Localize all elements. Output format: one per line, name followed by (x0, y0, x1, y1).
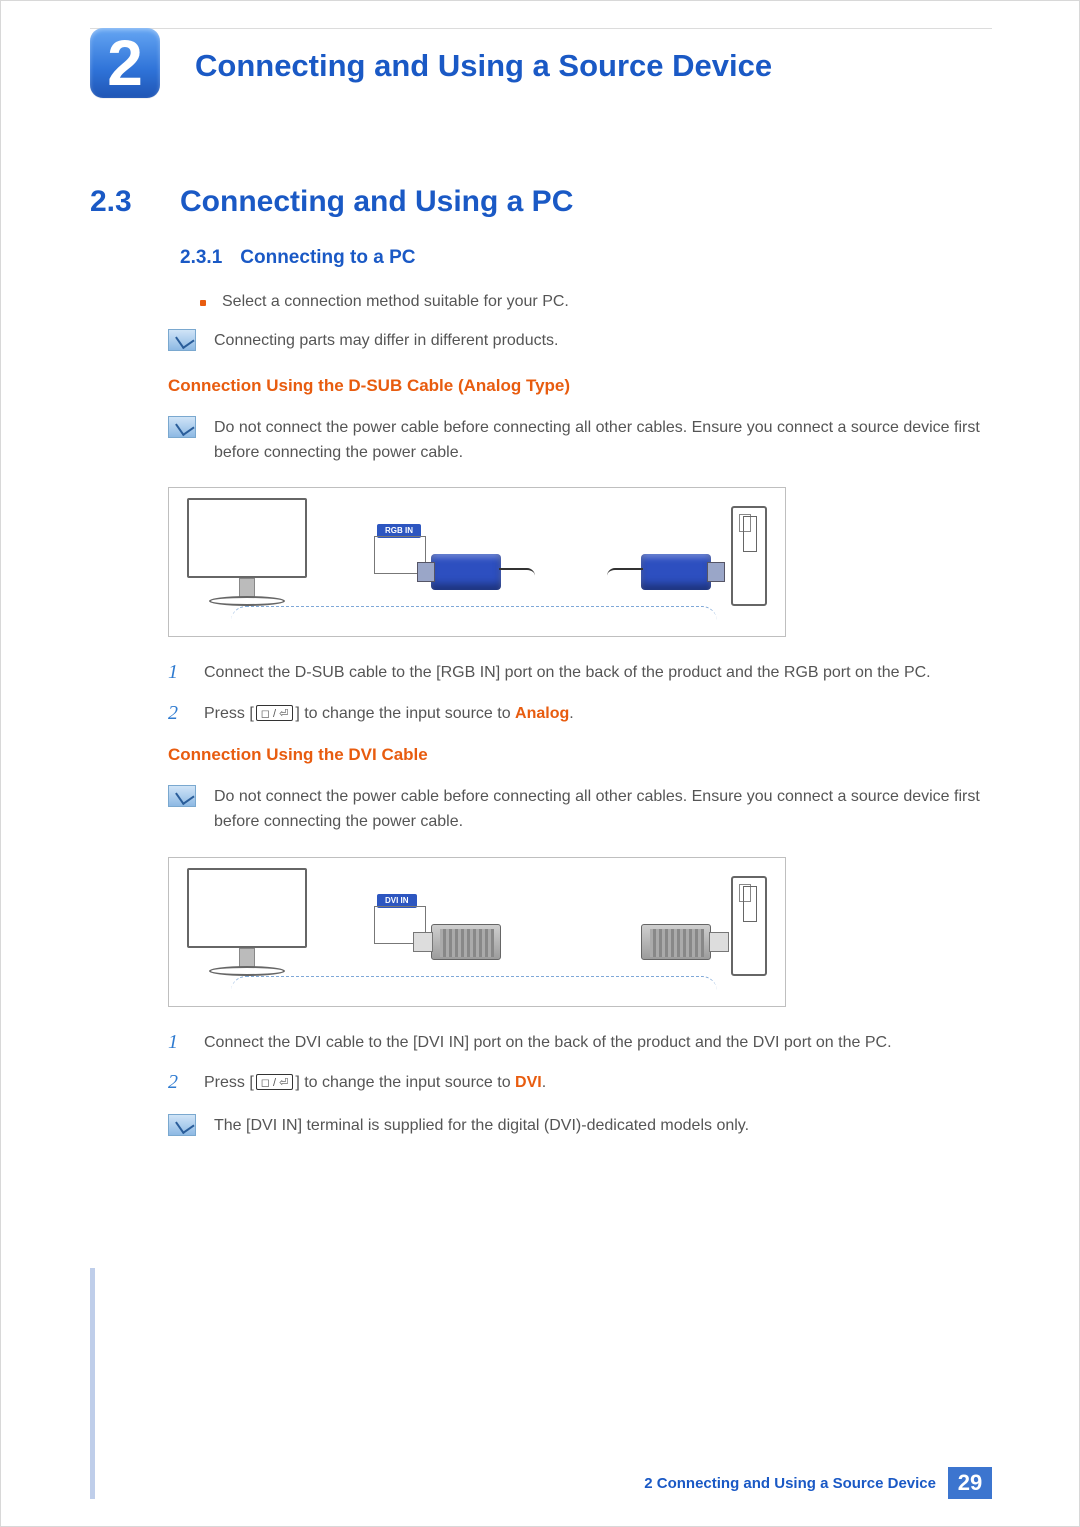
dsub-steps: 1 Connect the D-SUB cable to the [RGB IN… (168, 661, 992, 727)
page-header: 2 Connecting and Using a Source Device (0, 0, 1080, 105)
step-text: Press [◻ / ⏎] to change the input source… (204, 702, 574, 727)
page-content: 2.3 Connecting and Using a PC 2.3.1 Conn… (90, 185, 992, 1161)
cable-line (231, 976, 717, 1006)
step-number: 2 (168, 1071, 186, 1094)
subsection-title: Connecting to a PC (240, 247, 415, 269)
step2-end: . (569, 705, 573, 722)
dvi-warning-row: Do not connect the power cable before co… (168, 785, 980, 835)
step-row: 1 Connect the DVI cable to the [DVI IN] … (168, 1031, 992, 1056)
step-text: Connect the DVI cable to the [DVI IN] po… (204, 1031, 892, 1056)
source-button-icon: ◻ / ⏎ (256, 1074, 294, 1090)
note-text: Connecting parts may differ in different… (214, 329, 558, 354)
step2-mid: ] to change the input source to (295, 1074, 515, 1091)
step2-prefix: Press [ (204, 705, 254, 722)
step-number: 2 (168, 702, 186, 725)
dsub-warning-text: Do not connect the power cable before co… (214, 416, 980, 466)
note-icon (168, 329, 196, 351)
footer-page-number: 29 (948, 1467, 992, 1499)
monitor-illustration (187, 868, 307, 993)
dsub-diagram: RGB IN (168, 487, 786, 637)
step2-mid: ] to change the input source to (295, 705, 515, 722)
step-row: 2 Press [◻ / ⏎] to change the input sour… (168, 702, 992, 727)
note-icon (168, 785, 196, 807)
dvi-note-row: The [DVI IN] terminal is supplied for th… (168, 1114, 980, 1139)
pc-tower-illustration (731, 876, 767, 976)
header-divider (90, 28, 992, 29)
note-icon (168, 416, 196, 438)
dsub-connector-left (431, 554, 541, 609)
step2-target: DVI (515, 1074, 542, 1091)
dsub-heading: Connection Using the D-SUB Cable (Analog… (168, 376, 992, 396)
dsub-warning-row: Do not connect the power cable before co… (168, 416, 980, 466)
section-heading: 2.3 Connecting and Using a PC (90, 185, 992, 219)
dvi-connector-left (431, 924, 541, 979)
step2-target: Analog (515, 705, 569, 722)
subsection-number: 2.3.1 (180, 247, 222, 269)
note-icon (168, 1114, 196, 1136)
step-number: 1 (168, 661, 186, 684)
cable-line (231, 606, 717, 636)
section-number: 2.3 (90, 185, 158, 219)
step-text: Press [◻ / ⏎] to change the input source… (204, 1071, 546, 1096)
section-title: Connecting and Using a PC (180, 185, 573, 219)
page-footer: 2 Connecting and Using a Source Device 2… (90, 1467, 992, 1499)
step-text: Connect the D-SUB cable to the [RGB IN] … (204, 661, 931, 686)
pc-tower-illustration (731, 506, 767, 606)
dvi-warning-text: Do not connect the power cable before co… (214, 785, 980, 835)
dvi-connector-right (601, 924, 711, 979)
monitor-illustration (187, 498, 307, 623)
dvi-steps: 1 Connect the DVI cable to the [DVI IN] … (168, 1031, 992, 1097)
step2-end: . (542, 1074, 546, 1091)
dvi-diagram: DVI IN (168, 857, 786, 1007)
dsub-connector-right (601, 554, 711, 609)
step-row: 1 Connect the D-SUB cable to the [RGB IN… (168, 661, 992, 686)
step-number: 1 (168, 1031, 186, 1054)
chapter-title: Connecting and Using a Source Device (195, 48, 772, 84)
bullet-item: Select a connection method suitable for … (200, 293, 992, 311)
note-row: Connecting parts may differ in different… (168, 329, 980, 354)
footer-chapter-text: 2 Connecting and Using a Source Device (644, 1475, 936, 1492)
chapter-number-badge: 2 (90, 28, 160, 98)
step-row: 2 Press [◻ / ⏎] to change the input sour… (168, 1071, 992, 1096)
bullet-dot-icon (200, 300, 206, 306)
step2-prefix: Press [ (204, 1074, 254, 1091)
dvi-note-text: The [DVI IN] terminal is supplied for th… (214, 1114, 749, 1139)
dvi-heading: Connection Using the DVI Cable (168, 745, 992, 765)
source-button-icon: ◻ / ⏎ (256, 705, 294, 721)
bullet-text: Select a connection method suitable for … (222, 293, 569, 311)
subsection-heading: 2.3.1 Connecting to a PC (180, 247, 992, 269)
side-strip (90, 1268, 95, 1499)
